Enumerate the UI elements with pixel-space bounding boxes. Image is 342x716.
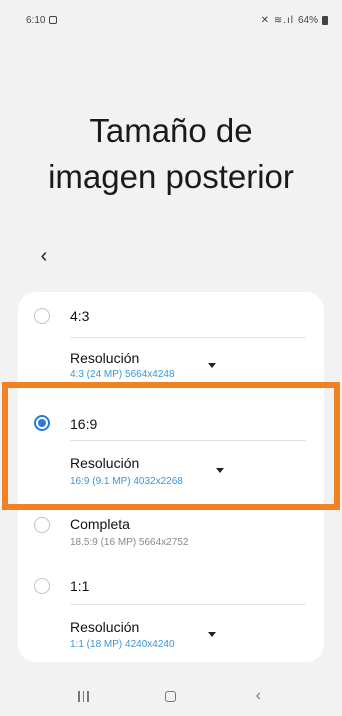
option-4-3[interactable]: 4:3 Resolución 4:3 (24 MP) 5664x4248 <box>18 292 324 382</box>
divider <box>70 440 306 441</box>
option-label-1-1: 1:1 <box>70 578 90 594</box>
recents-icon <box>78 690 89 702</box>
status-bar: 6:10 ✕ ≋.ıl 64% <box>0 0 342 40</box>
battery-percentage: 64% <box>297 14 318 26</box>
divider <box>70 337 306 338</box>
notification-icon <box>49 16 58 24</box>
radio-completa[interactable] <box>34 517 50 533</box>
back-nav-button[interactable]: ‹ <box>238 681 278 711</box>
option-label-completa: Completa <box>70 516 130 532</box>
signal-icons: ✕ ≋.ıl <box>260 14 294 26</box>
radio-16-9[interactable] <box>34 415 50 431</box>
dropdown-arrow-icon[interactable] <box>208 632 216 637</box>
status-right: ✕ ≋.ıl 64% <box>261 15 328 26</box>
option-label-16-9: 16:9 <box>70 416 98 432</box>
back-button[interactable]: ‹ <box>32 244 56 268</box>
navigation-bar: ‹ <box>0 676 342 716</box>
option-label-4-3: 4:3 <box>70 308 90 324</box>
page-title-line1: Tamaño de <box>89 112 253 149</box>
resolution-label-4-3[interactable]: Resolución <box>70 350 139 366</box>
radio-4-3[interactable] <box>34 308 50 324</box>
back-icon: ‹ <box>255 687 261 704</box>
back-chevron-icon: ‹ <box>40 245 48 267</box>
recents-button[interactable] <box>64 681 104 711</box>
dropdown-arrow-icon[interactable] <box>216 468 224 473</box>
option-16-9[interactable]: 16:9 Resolución 16:9 (9.1 MP) 4032x2268 <box>18 404 324 504</box>
options-card: 4:3 Resolución 4:3 (24 MP) 5664x4248 16:… <box>18 292 324 662</box>
option-sublabel-completa: 18.5:9 (16 MP) 5664x2752 <box>70 537 189 548</box>
home-button[interactable] <box>151 681 191 711</box>
dropdown-arrow-icon[interactable] <box>208 363 216 368</box>
status-left: 6:10 <box>26 14 58 26</box>
radio-1-1[interactable] <box>34 578 50 594</box>
option-1-1[interactable]: 1:1 Resolución 1:1 (18 MP) 4240x4240 <box>18 570 324 662</box>
resolution-value-4-3: 4:3 (24 MP) 5664x4248 <box>70 369 175 380</box>
page-title: Tamaño de imagen posterior <box>0 108 342 200</box>
option-completa[interactable]: Completa 18.5:9 (16 MP) 5664x2752 <box>18 512 324 562</box>
page-title-line2: imagen posterior <box>48 158 294 195</box>
resolution-label-16-9[interactable]: Resolución <box>70 455 139 471</box>
battery-icon <box>322 15 328 25</box>
resolution-value-16-9: 16:9 (9.1 MP) 4032x2268 <box>70 476 183 487</box>
resolution-value-1-1: 1:1 (18 MP) 4240x4240 <box>70 639 175 650</box>
resolution-label-1-1[interactable]: Resolución <box>70 619 139 635</box>
status-time: 6:10 <box>26 14 46 26</box>
divider <box>70 604 306 605</box>
home-icon <box>165 690 177 702</box>
